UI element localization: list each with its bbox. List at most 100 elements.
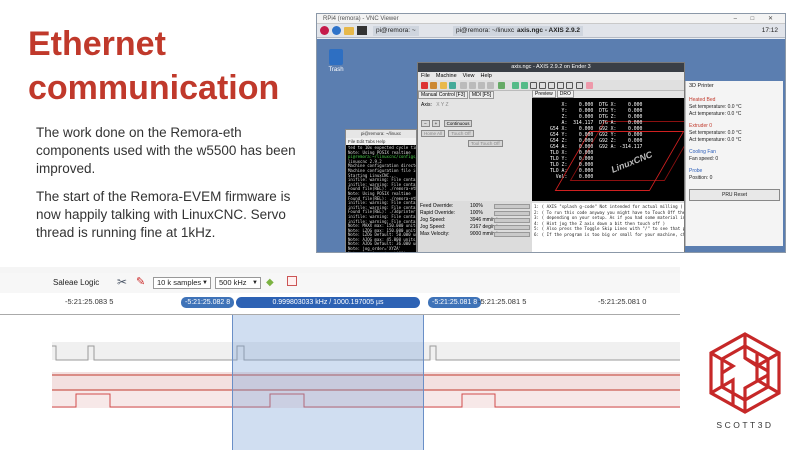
view-y-icon[interactable] bbox=[557, 82, 564, 89]
continuous-select[interactable]: Continuous bbox=[443, 120, 473, 127]
folder-icon[interactable] bbox=[344, 27, 354, 35]
tab-manual-control[interactable]: Manual Control [F3] bbox=[418, 91, 468, 99]
taskbar-item-axis[interactable]: axis.ngc - AXIS 2.9.2 bbox=[514, 26, 583, 36]
scott3d-logo-text: SCOTT3D bbox=[716, 420, 774, 430]
view-x-icon[interactable] bbox=[548, 82, 555, 89]
calendar-icon[interactable] bbox=[287, 276, 297, 286]
override-slider[interactable] bbox=[494, 211, 530, 216]
trash-desktop-item[interactable]: Trash bbox=[325, 49, 347, 73]
wrench-icon[interactable]: ✂ bbox=[117, 275, 127, 289]
title-line-1: Ethernet bbox=[28, 25, 166, 63]
override-row: Max Velocity: 9000 mm/min bbox=[420, 231, 532, 238]
paragraph-remora-evem: The start of the Remora-EVEM firmware is… bbox=[36, 189, 291, 240]
terminal-title: pi@remora: ~/linuxc bbox=[346, 130, 416, 138]
axis-select-row: Axis: X Y Z bbox=[418, 102, 532, 108]
rate-select[interactable]: 500 kHz ▼ bbox=[215, 277, 261, 289]
marker-icon[interactable]: ✎ bbox=[136, 275, 145, 288]
gcode-line[interactable]: 6: ( If the program is too big or small … bbox=[534, 232, 684, 238]
override-value: 100% bbox=[470, 203, 483, 209]
jog-minus-button[interactable]: − bbox=[421, 120, 430, 127]
override-slider[interactable] bbox=[494, 204, 530, 209]
extruder-label: Extruder 0 bbox=[689, 123, 713, 129]
touch-off-button[interactable]: Touch Off bbox=[448, 130, 474, 137]
gcode-listing[interactable]: 1: ( AXIS "splash g-code" Not intended f… bbox=[532, 203, 684, 252]
axis-title-bar: axis.ngc - AXIS 2.9.2 on Ender 3 bbox=[418, 63, 684, 72]
power-icon[interactable] bbox=[430, 82, 437, 89]
set-temp-label: Set temperature: bbox=[689, 104, 727, 110]
taskbar-item-terminal[interactable]: pi@remora: ~ bbox=[373, 26, 419, 36]
start-capture-icon[interactable]: ◆ bbox=[266, 277, 274, 288]
tick-label: -5:21:25.083 5 bbox=[65, 297, 114, 306]
position-label: Position: bbox=[689, 175, 709, 181]
view-p-icon[interactable] bbox=[566, 82, 573, 89]
title-line-2: communication bbox=[28, 69, 280, 107]
bed-act-temp: Act temperature: 0.0 °C bbox=[689, 111, 780, 117]
window-controls-icon[interactable]: – □ ✕ bbox=[734, 14, 779, 24]
tab-mdi[interactable]: MDI [F5] bbox=[468, 91, 495, 99]
estop-icon[interactable] bbox=[421, 82, 428, 89]
step-icon[interactable] bbox=[469, 82, 476, 89]
override-slider[interactable] bbox=[494, 225, 530, 230]
clear-plot-icon[interactable] bbox=[576, 82, 583, 89]
jog-plus-button[interactable]: + bbox=[431, 120, 441, 127]
temp-unit: °C bbox=[735, 130, 742, 136]
manual-control-panel: Manual Control [F3] MDI [F5] Axis: X Y Z … bbox=[418, 91, 532, 201]
samples-value: 10 k samples bbox=[157, 278, 202, 287]
marker-left-tag[interactable]: -5:21:25.082 8 bbox=[181, 297, 235, 308]
axis-window: axis.ngc - AXIS 2.9.2 on Ender 3 File Mac… bbox=[417, 62, 685, 252]
samples-select[interactable]: 10 k samples ▼ bbox=[153, 277, 211, 289]
pi-taskbar: pi@remora: ~ pi@remora: ~/linuxcn axis.n… bbox=[317, 24, 785, 38]
menu-item-machine[interactable]: Machine bbox=[436, 73, 457, 79]
terminal-icon[interactable] bbox=[357, 26, 367, 35]
paragraph-remora-eth: The work done on the Remora-eth componen… bbox=[36, 125, 296, 176]
browser-icon[interactable] bbox=[332, 26, 341, 35]
override-slider[interactable] bbox=[494, 232, 530, 237]
tab-preview[interactable]: Preview bbox=[532, 90, 556, 98]
stop-icon[interactable] bbox=[487, 82, 494, 89]
brush-icon[interactable] bbox=[586, 82, 593, 89]
menu-item-help[interactable]: Help bbox=[481, 73, 492, 79]
override-slider[interactable] bbox=[494, 218, 530, 223]
raspberry-menu-icon[interactable] bbox=[320, 26, 329, 35]
gcode-line[interactable]: 1: ( AXIS "splash g-code" Not intended f… bbox=[534, 204, 684, 210]
axis-label: Axis: bbox=[421, 102, 432, 108]
terminal-window[interactable]: pi@remora: ~/linuxc File Edit Tabs Help … bbox=[345, 129, 417, 252]
tool-touch-row: Tool Touch Off bbox=[418, 140, 532, 147]
gcode-line[interactable]: 3: ( depending on your setup. As if you … bbox=[534, 215, 684, 221]
override-value: 100% bbox=[470, 210, 483, 216]
reload-icon[interactable] bbox=[449, 82, 456, 89]
slide: Ethernet communication The work done on … bbox=[0, 0, 800, 450]
measurement-tag[interactable]: 0.999803033 kHz / 1000.197005 µs bbox=[236, 297, 420, 308]
view-rotated-z-icon[interactable] bbox=[539, 82, 546, 89]
time-ruler: -5:21:25.083 5 -5:21:25.082 8 0.99980303… bbox=[0, 295, 680, 315]
run-icon[interactable] bbox=[460, 82, 467, 89]
home-all-button[interactable]: Home All bbox=[421, 130, 446, 137]
zoom-in-icon[interactable] bbox=[512, 82, 519, 89]
terminal-menu[interactable]: File Edit Tabs Help bbox=[346, 138, 416, 145]
override-row: Jog Speed: 2167 deg/min bbox=[420, 224, 532, 231]
marker-right-tag[interactable]: -5:21:25.081 8 bbox=[428, 297, 482, 308]
preview-tabs: Preview DRO bbox=[532, 90, 684, 98]
override-row: Jog Speed: 3946 mm/min bbox=[420, 217, 532, 224]
open-file-icon[interactable] bbox=[440, 82, 447, 89]
override-label: Jog Speed: bbox=[420, 224, 446, 230]
axis-radio-group[interactable]: X Y Z bbox=[436, 102, 448, 108]
preview-canvas[interactable]: LinuxCNC X: 0.000 DTG X: 0.000 Y: 0.000 … bbox=[532, 91, 684, 201]
gcode-line[interactable]: 5: ( Also press the Toggle Skip Lines wi… bbox=[534, 226, 684, 232]
zoom-out-icon[interactable] bbox=[521, 82, 528, 89]
pause-icon[interactable] bbox=[478, 82, 485, 89]
set-temp-label: Set temperature: bbox=[689, 130, 727, 136]
override-row: Feed Override: 100% bbox=[420, 203, 532, 210]
selection-range[interactable] bbox=[232, 315, 424, 450]
pru-reset-button[interactable]: PRU Reset bbox=[689, 189, 780, 201]
taskbar-clock: 17:12 bbox=[761, 27, 778, 34]
menu-item-file[interactable]: File bbox=[421, 73, 430, 79]
tool-touch-off-button[interactable]: Tool Touch Off bbox=[468, 140, 503, 147]
tab-dro[interactable]: DRO bbox=[556, 90, 574, 98]
temp-unit: °C bbox=[735, 137, 742, 143]
taskbar-item-terminal-2[interactable]: pi@remora: ~/linuxcn bbox=[453, 26, 521, 36]
view-z-icon[interactable] bbox=[530, 82, 537, 89]
fan-speed-value: 0 bbox=[715, 156, 719, 162]
menu-item-view[interactable]: View bbox=[463, 73, 475, 79]
touch-off-icon[interactable] bbox=[498, 82, 505, 89]
